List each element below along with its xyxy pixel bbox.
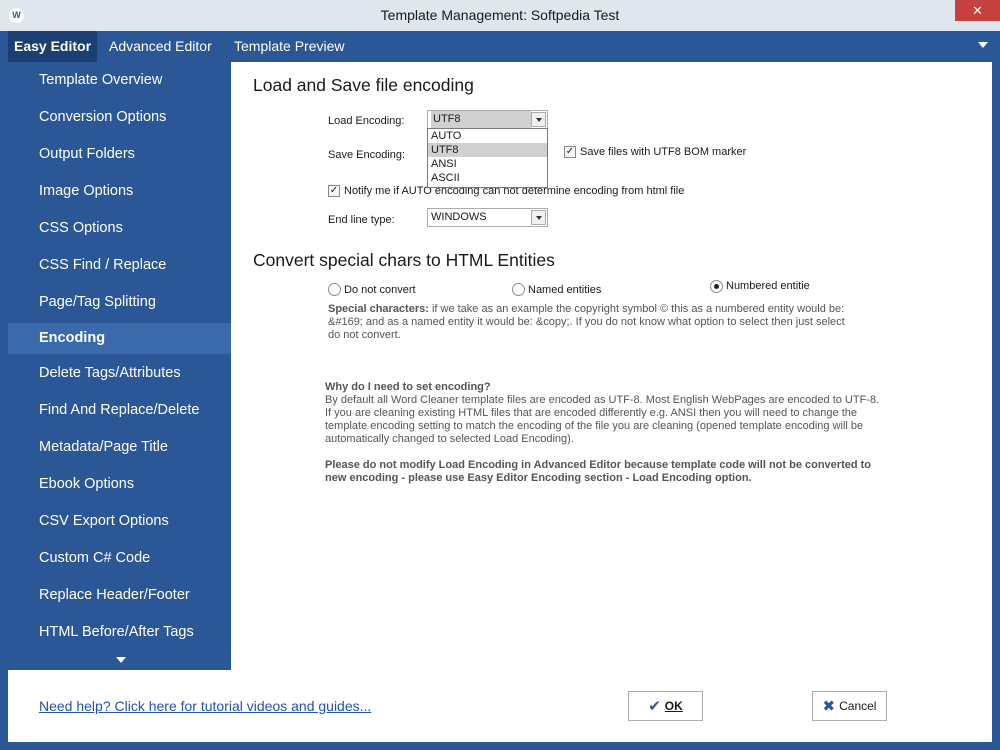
- sidebar-item-ebook-options[interactable]: Ebook Options: [8, 469, 231, 500]
- dropdown-option-auto[interactable]: AUTO: [428, 129, 547, 143]
- encoding-info: Why do I need to set encoding? By defaul…: [325, 381, 925, 485]
- info-line-2: If you are cleaning existing HTML files …: [325, 407, 857, 419]
- tab-advanced-editor[interactable]: Advanced Editor: [103, 31, 218, 62]
- sidebar-item-css-find-replace[interactable]: CSS Find / Replace: [8, 250, 231, 281]
- sidebar-item-image-options[interactable]: Image Options: [8, 176, 231, 207]
- tab-template-preview[interactable]: Template Preview: [228, 31, 351, 62]
- sidebar-item-template-overview[interactable]: Template Overview: [8, 65, 231, 96]
- special-line-1: if we take as an example the copyright s…: [428, 303, 845, 315]
- sidebar-item-css-options[interactable]: CSS Options: [8, 213, 231, 244]
- load-encoding-label: Load Encoding:: [328, 115, 405, 127]
- scroll-down-icon[interactable]: [116, 657, 126, 663]
- special-line-3: do not convert.: [328, 329, 401, 341]
- load-encoding-select[interactable]: UTF8: [427, 110, 548, 129]
- dropdown-option-utf8[interactable]: UTF8: [428, 143, 547, 157]
- special-characters-title: Special characters:: [328, 303, 429, 315]
- chevron-down-icon[interactable]: [978, 42, 988, 48]
- info-question: Why do I need to set encoding?: [325, 381, 491, 393]
- sidebar-item-replace-header-footer[interactable]: Replace Header/Footer: [8, 580, 231, 611]
- bom-checkbox[interactable]: ✓: [564, 146, 576, 158]
- notify-checkbox[interactable]: ✓: [328, 185, 340, 197]
- sidebar-item-page-tag-splitting[interactable]: Page/Tag Splitting: [8, 287, 231, 318]
- cancel-label: Cancel: [839, 699, 877, 713]
- footer: Need help? Click here for tutorial video…: [8, 670, 992, 742]
- load-encoding-value: UTF8: [431, 111, 531, 128]
- info-line-4: automatically changed to selected Load E…: [325, 433, 574, 445]
- ok-label: OK: [664, 699, 683, 713]
- radio-do-not-convert[interactable]: [328, 283, 341, 296]
- sidebar: Template Overview Conversion Options Out…: [8, 62, 231, 670]
- sidebar-item-conversion-options[interactable]: Conversion Options: [8, 102, 231, 133]
- cancel-button[interactable]: ✖ Cancel: [812, 691, 887, 721]
- chevron-down-icon[interactable]: [531, 112, 546, 127]
- radio-label-numbered-entities: Numbered entitie: [726, 280, 810, 292]
- dropdown-option-ansi[interactable]: ANSI: [428, 157, 547, 171]
- sidebar-item-find-replace-delete[interactable]: Find And Replace/Delete: [8, 395, 231, 426]
- app-icon[interactable]: W: [9, 8, 24, 23]
- window-title: Template Management: Softpedia Test: [380, 7, 620, 23]
- sidebar-item-encoding[interactable]: Encoding: [8, 323, 231, 354]
- save-encoding-label: Save Encoding:: [328, 149, 406, 161]
- editor-tabs: Easy Editor Advanced Editor Template Pre…: [0, 31, 1000, 62]
- tab-easy-editor[interactable]: Easy Editor: [8, 31, 98, 62]
- info-warning-2: new encoding - please use Easy Editor En…: [325, 472, 752, 484]
- dropdown-option-ascii[interactable]: ASCII: [428, 171, 547, 185]
- sidebar-item-output-folders[interactable]: Output Folders: [8, 139, 231, 170]
- sidebar-item-metadata-page-title[interactable]: Metadata/Page Title: [8, 432, 231, 463]
- end-line-select[interactable]: WINDOWS: [427, 208, 548, 227]
- end-line-value: WINDOWS: [431, 211, 487, 223]
- radio-named-entities[interactable]: [512, 283, 525, 296]
- help-link[interactable]: Need help? Click here for tutorial video…: [39, 698, 371, 714]
- encoding-panel: Load and Save file encoding Load Encodin…: [231, 62, 992, 670]
- bom-label: Save files with UTF8 BOM marker: [580, 146, 747, 158]
- info-line-1: By default all Word Cleaner template fil…: [325, 394, 880, 406]
- sidebar-item-custom-code[interactable]: Custom C# Code: [8, 543, 231, 574]
- end-line-label: End line type:: [328, 214, 395, 226]
- sidebar-item-html-before-after[interactable]: HTML Before/After Tags: [8, 617, 231, 648]
- special-line-2: &#169; and as a named entity it would be…: [328, 316, 845, 328]
- radio-label-do-not-convert: Do not convert: [344, 284, 416, 296]
- close-button[interactable]: ✕: [955, 0, 1000, 21]
- radio-numbered-entities[interactable]: [710, 280, 723, 293]
- info-warning-1: Please do not modify Load Encoding in Ad…: [325, 459, 872, 471]
- info-line-3: template encoding setting to match the e…: [325, 420, 864, 432]
- section-title-encoding: Load and Save file encoding: [253, 75, 474, 95]
- special-characters-help: Special characters: if we take as an exa…: [328, 303, 888, 342]
- title-bar: Template Management: Softpedia Test W ✕: [0, 0, 1000, 31]
- checkmark-icon: ✔: [648, 698, 661, 715]
- chevron-down-icon[interactable]: [531, 210, 546, 225]
- sidebar-item-csv-export-options[interactable]: CSV Export Options: [8, 506, 231, 537]
- radio-label-named-entities: Named entities: [528, 284, 602, 296]
- sidebar-item-delete-tags[interactable]: Delete Tags/Attributes: [8, 358, 231, 389]
- ok-button[interactable]: ✔ OK: [628, 691, 703, 721]
- close-icon: ✖: [822, 698, 836, 715]
- load-encoding-dropdown: AUTO UTF8 ANSI ASCII: [427, 128, 548, 188]
- section-title-entities: Convert special chars to HTML Entities: [253, 250, 555, 270]
